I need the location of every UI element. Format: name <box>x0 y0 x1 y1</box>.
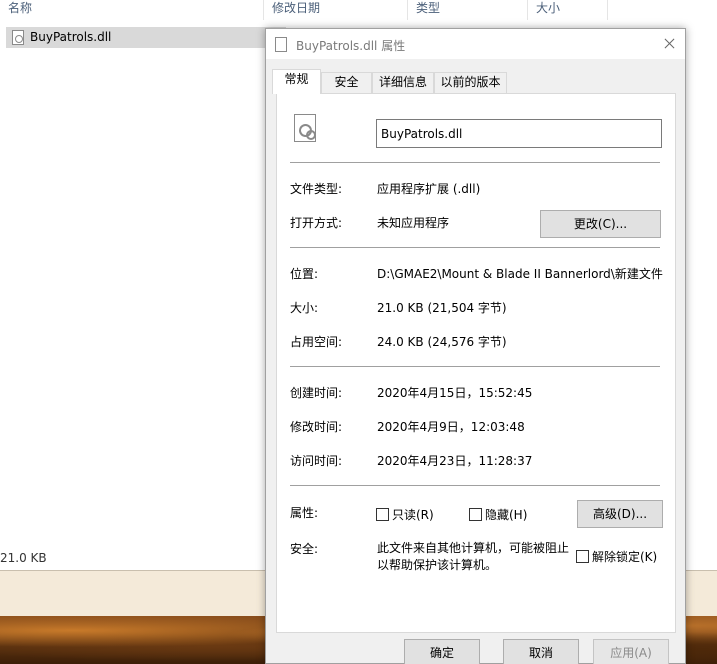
status-bar-size: 21.0 KB <box>0 551 47 565</box>
file-type-value: 应用程序扩展 (.dll) <box>377 182 481 196</box>
dll-file-icon <box>12 30 24 45</box>
unblock-checkbox[interactable] <box>576 550 589 563</box>
unblock-label[interactable]: 解除锁定(K) <box>592 548 657 565</box>
file-name: BuyPatrols.dll <box>30 30 112 44</box>
general-panel: 文件类型: 应用程序扩展 (.dll) 打开方式: 未知应用程序 更改(C)..… <box>276 93 676 633</box>
close-icon[interactable] <box>653 29 685 59</box>
security-message-line2: 以帮助保护该计算机。 <box>377 558 498 572</box>
readonly-label[interactable]: 只读(R) <box>392 506 434 523</box>
disk-size-value: 24.0 KB (24,576 字节) <box>377 335 507 349</box>
dll-file-icon <box>294 114 316 142</box>
divider <box>290 247 660 248</box>
location-label: 位置: <box>290 267 319 281</box>
size-label: 大小: <box>290 301 319 315</box>
divider <box>290 366 660 367</box>
tab-general[interactable]: 常规 <box>272 69 321 94</box>
accessed-value: 2020年4月23日，11:28:37 <box>377 454 533 468</box>
attributes-label: 属性: <box>290 506 319 520</box>
open-with-label: 打开方式: <box>290 216 343 230</box>
modified-value: 2020年4月9日，12:03:48 <box>377 420 525 434</box>
dialog-title: BuyPatrols.dll 属性 <box>296 39 406 53</box>
column-header-name[interactable]: 名称 <box>0 0 264 20</box>
security-label: 安全: <box>290 542 319 556</box>
divider <box>290 162 660 163</box>
column-header-modified[interactable]: 修改日期 <box>264 0 408 20</box>
file-name-field[interactable] <box>376 119 662 148</box>
accessed-label: 访问时间: <box>290 454 343 468</box>
created-value: 2020年4月15日，15:52:45 <box>377 386 533 400</box>
tab-security[interactable]: 安全 <box>321 72 372 93</box>
hidden-checkbox[interactable] <box>469 508 482 521</box>
divider <box>290 485 660 486</box>
size-value: 21.0 KB (21,504 字节) <box>377 301 507 315</box>
dialog-titlebar[interactable]: BuyPatrols.dll 属性 <box>266 29 685 59</box>
ok-button[interactable]: 确定 <box>404 639 480 664</box>
readonly-checkbox[interactable] <box>376 508 389 521</box>
change-button[interactable]: 更改(C)... <box>540 210 661 238</box>
tab-previous-versions[interactable]: 以前的版本 <box>434 72 507 93</box>
tab-details[interactable]: 详细信息 <box>372 72 434 93</box>
apply-button[interactable]: 应用(A) <box>593 639 669 664</box>
disk-size-label: 占用空间: <box>290 335 343 349</box>
modified-label: 修改时间: <box>290 420 343 434</box>
dll-file-icon <box>275 37 287 52</box>
properties-dialog: BuyPatrols.dll 属性 常规 安全 详细信息 以前的版本 文件类型:… <box>265 28 686 664</box>
column-header-size[interactable]: 大小 <box>528 0 608 20</box>
hidden-label[interactable]: 隐藏(H) <box>485 506 527 523</box>
file-type-label: 文件类型: <box>290 182 343 196</box>
advanced-button[interactable]: 高级(D)... <box>577 500 663 528</box>
location-value: D:\GMAE2\Mount & Blade II Bannerlord\新建文… <box>377 267 663 281</box>
cancel-button[interactable]: 取消 <box>503 639 579 664</box>
file-row-selected[interactable]: BuyPatrols.dll <box>6 27 286 48</box>
column-header-type[interactable]: 类型 <box>408 0 528 20</box>
security-message-line1: 此文件来自其他计算机，可能被阻止 <box>377 541 570 555</box>
open-with-value: 未知应用程序 <box>377 216 450 230</box>
created-label: 创建时间: <box>290 386 343 400</box>
